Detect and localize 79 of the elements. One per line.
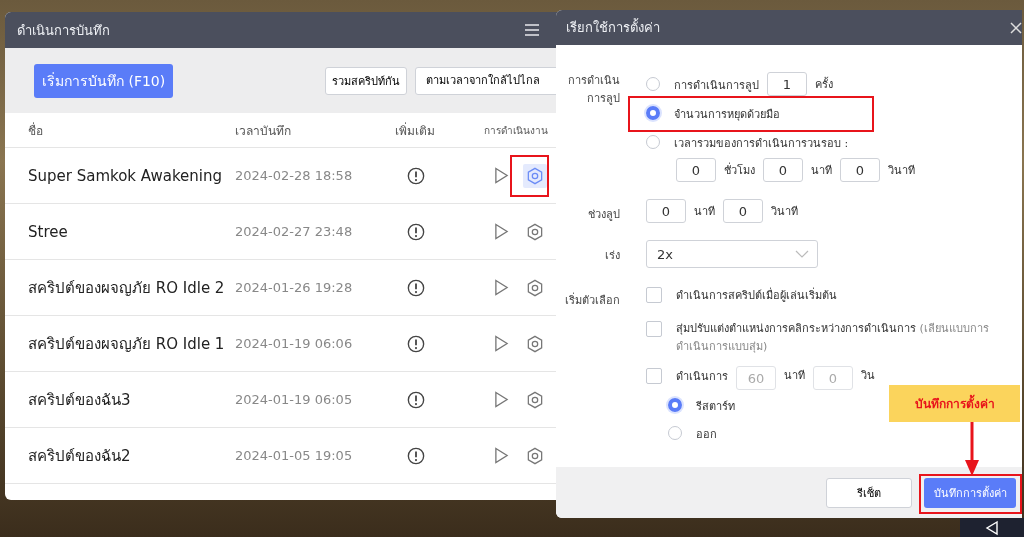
option-label: การดำเนินการลูป [674, 77, 759, 94]
number-field[interactable]: 0 [763, 158, 803, 182]
play-icon[interactable] [494, 391, 509, 408]
speed-label: เร่ง [604, 248, 620, 264]
settings-icon [526, 446, 544, 465]
option-label: จำนวนการหยุดด้วยมือ [674, 106, 780, 123]
number-field[interactable]: 0 [676, 158, 716, 182]
settings-icon [526, 166, 544, 185]
radio-button[interactable] [668, 398, 682, 412]
option-label: ออก [696, 426, 717, 443]
settings-icon [526, 278, 544, 297]
play-icon[interactable] [494, 335, 509, 352]
unit-label: นาที [694, 204, 715, 220]
script-name: สคริปต์ของฉัน2 [28, 445, 132, 467]
unit-label: วินาที [888, 163, 915, 179]
column-header: ชื่อ [28, 121, 44, 140]
checkbox[interactable] [646, 321, 662, 337]
back-icon[interactable] [984, 520, 1000, 536]
record-time: 2024-01-26 19:28 [235, 280, 354, 295]
settings-button[interactable] [523, 163, 547, 188]
info-icon[interactable] [407, 390, 425, 409]
callout-label: บันทึกการตั้งค่า [889, 385, 1020, 422]
options-label: เริ่มตัวเลือก [564, 291, 620, 309]
save-settings-button[interactable]: บันทึกการตั้งค่า [924, 477, 1016, 508]
speed-dropdown[interactable]: 2x [646, 240, 818, 268]
number-field[interactable]: 1 [767, 72, 807, 96]
play-icon[interactable] [494, 279, 509, 296]
script-name: สคริปต์ของผจญภัย RO Idle 2 [28, 277, 226, 299]
settings-icon [526, 390, 544, 409]
record-time: 2024-01-05 19:05 [235, 448, 354, 463]
interval-label: ช่วงลูป [587, 207, 620, 223]
play-icon[interactable] [494, 223, 509, 240]
radio-button[interactable] [646, 106, 660, 120]
option-label: ดำเนินการสคริปต์เมื่อผู้เล่นเริ่มต้น [676, 286, 837, 304]
info-icon[interactable] [407, 278, 425, 297]
column-header: เวลาบันทึก [235, 122, 292, 140]
number-field[interactable]: 0 [723, 199, 763, 223]
option-label: สุ่มปรับแต่งตำแหน่งการคลิกระหว่างการดำเนินการ (เลียนแบบการดำเนินการแบบสุ่ม) [676, 321, 990, 355]
checkbox[interactable] [646, 368, 662, 384]
settings-icon [526, 222, 544, 241]
option-label: รีสตาร์ท [696, 398, 735, 415]
record-time: 2024-01-19 06:06 [235, 336, 354, 351]
info-icon[interactable] [407, 446, 425, 465]
arrow-down-icon [964, 422, 980, 476]
number-field[interactable]: 0 [646, 199, 686, 223]
unit-label: วินาที [771, 204, 798, 220]
option-label: เวลารวมของการดำเนินการวนรอบ : [674, 135, 849, 152]
checkbox[interactable] [646, 287, 662, 303]
info-icon[interactable] [407, 222, 425, 241]
column-header: การดำเนินงาน [484, 123, 549, 138]
settings-icon [526, 334, 544, 353]
option-label: ดำเนินการ [676, 369, 728, 385]
reset-button[interactable]: รีเซ็ต [826, 477, 912, 508]
play-icon[interactable] [494, 447, 509, 464]
panel-title: ดำเนินการบันทึก [17, 21, 110, 40]
unit-label: วิน [861, 368, 875, 384]
merge-scripts-button[interactable]: รวมสคริปท์กัน [325, 66, 407, 95]
script-name: สคริปต์ของฉัน3 [28, 389, 132, 411]
close-icon[interactable] [1010, 21, 1022, 34]
loop-label: การดำเนินการลูป [567, 73, 620, 107]
script-name: Super Samkok Awakening [28, 166, 224, 185]
record-time: 2024-02-28 18:58 [235, 168, 354, 183]
dialog-title: เรียกใช้การตั้งค่า [566, 17, 660, 37]
info-icon[interactable] [407, 166, 425, 185]
start-recording-button[interactable]: เริ่มการบันทึก (F10) [34, 63, 174, 98]
highlight-frame [510, 155, 549, 197]
info-icon[interactable] [407, 334, 425, 353]
menu-icon[interactable] [525, 24, 539, 36]
chevron-down-icon [795, 250, 809, 258]
number-field[interactable]: 0 [840, 158, 880, 182]
play-icon[interactable] [494, 167, 509, 184]
unit-label: นาที [811, 163, 832, 179]
unit-label: ชั่วโมง [724, 161, 755, 179]
record-time: 2024-01-19 06:05 [235, 392, 354, 407]
script-name: Stree [28, 222, 69, 241]
unit-label: นาที [784, 368, 805, 384]
record-time: 2024-02-27 23:48 [235, 224, 354, 239]
script-name: สคริปต์ของผจญภัย RO Idle 1 [28, 333, 226, 355]
unit-label: ครั้ง [815, 76, 833, 93]
